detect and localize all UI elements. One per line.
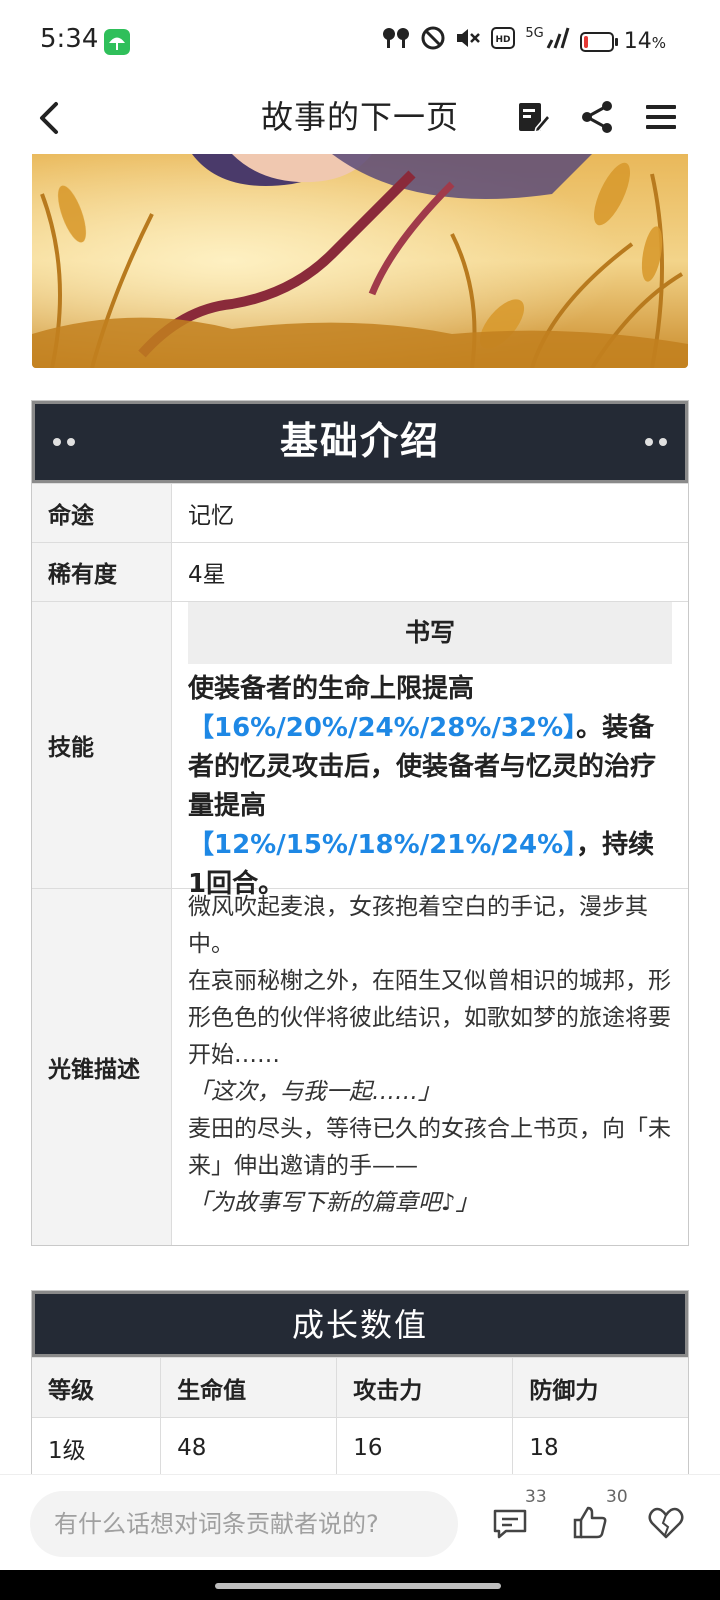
thumbs-up-icon bbox=[573, 1506, 607, 1539]
lore-label: 光锥描述 bbox=[32, 889, 172, 1245]
skill-name: 书写 bbox=[188, 602, 672, 664]
lore-quote: 「为故事写下新的篇章吧♪」 bbox=[188, 1190, 479, 1216]
status-bar: 5:34 HD 5G 14% bbox=[0, 0, 720, 84]
path-value: 记忆 bbox=[188, 503, 234, 529]
growth-title: 成长数值 bbox=[291, 1306, 428, 1344]
rarity-value: 4星 bbox=[188, 562, 226, 588]
growth-header-row: 等级 生命值 攻击力 防御力 bbox=[32, 1357, 688, 1418]
share-button[interactable] bbox=[578, 98, 616, 136]
lore-paragraph: 微风吹起麦浪，女孩抱着空白的手记，漫步其中。 bbox=[188, 894, 648, 957]
comment-count: 33 bbox=[525, 1487, 547, 1507]
skill-value-heal: 【12%/15%/18%/21%/24%】 bbox=[188, 830, 577, 860]
cell-hp: 48 bbox=[160, 1417, 338, 1477]
skill-row: 技能 书写 使装备者的生命上限提高【16%/20%/24%/28%/32%】。装… bbox=[32, 601, 688, 899]
menu-button[interactable] bbox=[642, 98, 680, 136]
skill-value-hp: 【16%/20%/24%/28%/32%】 bbox=[188, 713, 577, 743]
basic-intro-table: 基础介绍 命途 记忆 稀有度 4星 技能 书写 使装备者的生命上限提高【16%/… bbox=[31, 400, 689, 1246]
app-header: 故事的下一页 bbox=[0, 84, 720, 154]
skill-description: 使装备者的生命上限提高【16%/20%/24%/28%/32%】。装备者的忆灵攻… bbox=[188, 674, 657, 899]
comment-icon bbox=[493, 1509, 527, 1539]
share-icon bbox=[582, 101, 612, 133]
like-count: 30 bbox=[606, 1487, 628, 1507]
rarity-row: 稀有度 4星 bbox=[32, 542, 688, 601]
menu-icon bbox=[646, 105, 676, 129]
like-button[interactable] bbox=[570, 1503, 614, 1547]
status-time: 5:34 bbox=[40, 24, 99, 54]
path-label: 命途 bbox=[32, 484, 172, 542]
favorite-button[interactable] bbox=[646, 1503, 690, 1547]
earbuds-icon bbox=[381, 26, 411, 58]
rarity-label: 稀有度 bbox=[32, 543, 172, 601]
app-notification-icon bbox=[104, 29, 130, 55]
cell-atk: 16 bbox=[336, 1417, 514, 1477]
col-level: 等级 bbox=[32, 1357, 162, 1418]
col-def: 防御力 bbox=[512, 1357, 688, 1418]
basic-intro-header: 基础介绍 bbox=[32, 401, 688, 483]
svg-text:HD: HD bbox=[496, 35, 511, 45]
table-row: 1级 48 16 18 bbox=[32, 1417, 688, 1477]
col-hp: 生命值 bbox=[160, 1357, 338, 1418]
home-indicator[interactable] bbox=[215, 1583, 501, 1589]
hd-icon: HD bbox=[491, 27, 516, 57]
status-icons: HD 5G 14% bbox=[381, 26, 666, 58]
network-label: 5G bbox=[525, 26, 544, 41]
lore-text: 微风吹起麦浪，女孩抱着空白的手记，漫步其中。 在哀丽秘榭之外，在陌生又似曾相识的… bbox=[172, 889, 688, 1245]
growth-stats-table: 成长数值 等级 生命值 攻击力 防御力 1级 48 16 18 bbox=[31, 1290, 689, 1478]
heart-icon bbox=[648, 1507, 684, 1539]
skill-label: 技能 bbox=[32, 602, 172, 888]
lore-row: 光锥描述 微风吹起麦浪，女孩抱着空白的手记，漫步其中。 在哀丽秘榭之外，在陌生又… bbox=[32, 888, 688, 1245]
system-nav-bar bbox=[0, 1570, 720, 1600]
growth-grid: 等级 生命值 攻击力 防御力 1级 48 16 18 bbox=[32, 1357, 688, 1477]
decor-dots-icon bbox=[53, 438, 75, 446]
comment-input[interactable] bbox=[30, 1491, 458, 1557]
lore-quote: 「这次，与我一起……」 bbox=[188, 1079, 441, 1105]
lore-paragraph: 麦田的尽头，等待已久的女孩合上书页，向「未来」伸出邀请的手—— bbox=[188, 1116, 671, 1179]
skill-content: 书写 使装备者的生命上限提高【16%/20%/24%/28%/32%】。装备者的… bbox=[172, 602, 688, 899]
comment-button[interactable] bbox=[490, 1503, 534, 1547]
battery-icon bbox=[579, 32, 618, 52]
path-row: 命途 记忆 bbox=[32, 483, 688, 542]
lore-paragraph: 在哀丽秘榭之外，在陌生又似曾相识的城邦，形形色色的伙伴将彼此结识，如歌如梦的旅途… bbox=[188, 968, 671, 1068]
cell-def: 18 bbox=[512, 1417, 688, 1477]
col-atk: 攻击力 bbox=[336, 1357, 514, 1418]
signal-icon bbox=[544, 26, 570, 58]
light-cone-artwork bbox=[32, 154, 688, 368]
decor-dots-icon bbox=[645, 438, 667, 446]
edit-icon bbox=[519, 103, 552, 134]
growth-header: 成长数值 bbox=[32, 1291, 688, 1357]
do-not-disturb-icon bbox=[421, 26, 445, 58]
cell-level: 1级 bbox=[32, 1417, 162, 1477]
edit-button[interactable] bbox=[514, 98, 552, 136]
basic-intro-title: 基础介绍 bbox=[279, 419, 440, 463]
battery-percent: 14% bbox=[623, 28, 666, 54]
mute-icon bbox=[455, 26, 481, 58]
comment-bar: 33 30 bbox=[0, 1474, 720, 1571]
